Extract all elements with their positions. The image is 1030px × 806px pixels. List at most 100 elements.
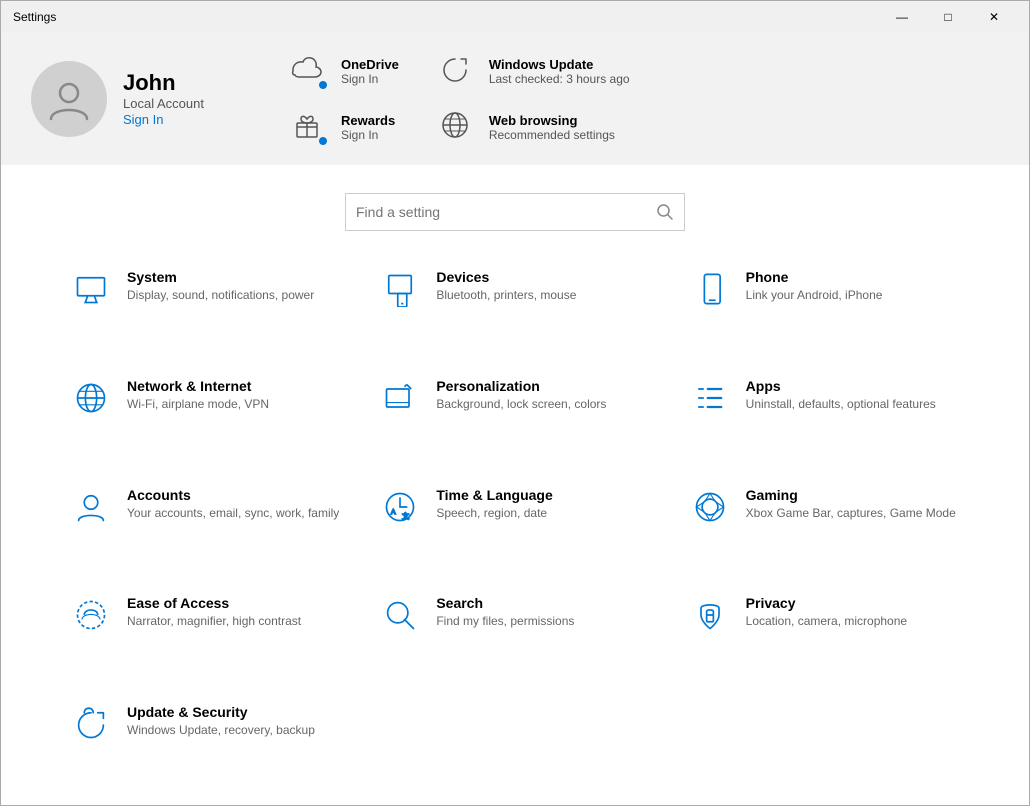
gaming-desc: Xbox Game Bar, captures, Game Mode	[746, 505, 956, 522]
service-column-right: Windows Update Last checked: 3 hours ago	[439, 53, 630, 145]
settings-item-phone[interactable]: Phone Link your Android, iPhone	[680, 251, 969, 350]
apps-icon	[692, 380, 728, 416]
onedrive-icon-wrap	[291, 53, 327, 89]
ease-desc: Narrator, magnifier, high contrast	[127, 613, 301, 630]
system-text: System Display, sound, notifications, po…	[127, 269, 314, 304]
settings-grid: System Display, sound, notifications, po…	[1, 241, 1029, 805]
network-desc: Wi-Fi, airplane mode, VPN	[127, 396, 269, 413]
ease-icon	[73, 597, 109, 633]
settings-item-privacy[interactable]: Privacy Location, camera, microphone	[680, 577, 969, 676]
devices-title: Devices	[436, 269, 576, 285]
accounts-icon-wrap	[71, 487, 111, 527]
settings-item-system[interactable]: System Display, sound, notifications, po…	[61, 251, 350, 350]
account-type: Local Account	[123, 96, 204, 111]
onedrive-status-dot	[317, 79, 329, 91]
network-text: Network & Internet Wi-Fi, airplane mode,…	[127, 378, 269, 413]
privacy-icon-wrap	[690, 595, 730, 635]
update-icon	[73, 706, 109, 742]
devices-icon	[382, 271, 418, 307]
onedrive-sub: Sign In	[341, 72, 399, 86]
settings-item-ease[interactable]: Ease of Access Narrator, magnifier, high…	[61, 577, 350, 676]
rewards-service[interactable]: Rewards Sign In	[291, 109, 399, 145]
search-input[interactable]	[356, 204, 656, 220]
svg-text:文: 文	[403, 511, 410, 520]
avatar	[31, 61, 107, 137]
phone-desc: Link your Android, iPhone	[746, 287, 883, 304]
search-desc: Find my files, permissions	[436, 613, 574, 630]
settings-item-search[interactable]: Search Find my files, permissions	[370, 577, 659, 676]
maximize-button[interactable]: □	[925, 1, 971, 33]
profile-sign-in-link[interactable]: Sign In	[123, 112, 163, 127]
settings-item-devices[interactable]: Devices Bluetooth, printers, mouse	[370, 251, 659, 350]
title-bar: Settings — □ ✕	[1, 1, 1029, 33]
accounts-desc: Your accounts, email, sync, work, family	[127, 505, 339, 522]
user-icon	[47, 77, 91, 121]
web-browsing-service[interactable]: Web browsing Recommended settings	[439, 109, 630, 145]
privacy-desc: Location, camera, microphone	[746, 613, 907, 630]
privacy-title: Privacy	[746, 595, 907, 611]
accounts-text: Accounts Your accounts, email, sync, wor…	[127, 487, 339, 522]
system-desc: Display, sound, notifications, power	[127, 287, 314, 304]
personalization-desc: Background, lock screen, colors	[436, 396, 606, 413]
devices-desc: Bluetooth, printers, mouse	[436, 287, 576, 304]
gaming-icon	[692, 489, 728, 525]
settings-item-time[interactable]: A 文 Time & Language Speech, region, date	[370, 469, 659, 568]
personalization-icon-wrap	[380, 378, 420, 418]
web-browsing-text: Web browsing Recommended settings	[489, 113, 615, 142]
windows-update-service[interactable]: Windows Update Last checked: 3 hours ago	[439, 53, 630, 89]
personalization-title: Personalization	[436, 378, 606, 394]
settings-item-accounts[interactable]: Accounts Your accounts, email, sync, wor…	[61, 469, 350, 568]
settings-item-personalization[interactable]: Personalization Background, lock screen,…	[370, 360, 659, 459]
gaming-text: Gaming Xbox Game Bar, captures, Game Mod…	[746, 487, 956, 522]
rewards-sub: Sign In	[341, 128, 395, 142]
network-title: Network & Internet	[127, 378, 269, 394]
windows-update-name: Windows Update	[489, 57, 630, 72]
phone-icon-wrap	[690, 269, 730, 309]
web-browsing-icon-wrap	[439, 109, 475, 145]
accounts-icon	[73, 489, 109, 525]
apps-title: Apps	[746, 378, 936, 394]
web-browsing-icon	[439, 109, 471, 141]
ease-icon-wrap	[71, 595, 111, 635]
onedrive-name: OneDrive	[341, 57, 399, 72]
close-button[interactable]: ✕	[971, 1, 1017, 33]
settings-item-network[interactable]: Network & Internet Wi-Fi, airplane mode,…	[61, 360, 350, 459]
settings-item-gaming[interactable]: Gaming Xbox Game Bar, captures, Game Mod…	[680, 469, 969, 568]
web-browsing-sub: Recommended settings	[489, 128, 615, 142]
privacy-icon	[692, 597, 728, 633]
windows-update-sub: Last checked: 3 hours ago	[489, 72, 630, 86]
update-icon-wrap	[71, 704, 111, 744]
settings-item-update[interactable]: Update & Security Windows Update, recove…	[61, 686, 350, 785]
header-services: OneDrive Sign In Rewards Sig	[291, 53, 999, 145]
time-icon-wrap: A 文	[380, 487, 420, 527]
search-text: Search Find my files, permissions	[436, 595, 574, 630]
update-text: Update & Security Windows Update, recove…	[127, 704, 315, 739]
settings-item-apps[interactable]: Apps Uninstall, defaults, optional featu…	[680, 360, 969, 459]
windows-update-text: Windows Update Last checked: 3 hours ago	[489, 57, 630, 86]
profile-area: John Local Account Sign In	[31, 61, 251, 137]
profile-info: John Local Account Sign In	[123, 70, 204, 129]
search-icon	[656, 203, 674, 221]
network-icon	[73, 380, 109, 416]
update-title: Update & Security	[127, 704, 315, 720]
web-browsing-name: Web browsing	[489, 113, 615, 128]
windows-update-icon-wrap	[439, 53, 475, 89]
devices-text: Devices Bluetooth, printers, mouse	[436, 269, 576, 304]
phone-title: Phone	[746, 269, 883, 285]
search-box	[345, 193, 685, 231]
window-title: Settings	[13, 10, 56, 24]
phone-text: Phone Link your Android, iPhone	[746, 269, 883, 304]
system-icon-wrap	[71, 269, 111, 309]
system-icon	[73, 271, 109, 307]
devices-icon-wrap	[380, 269, 420, 309]
search-icon	[382, 597, 418, 633]
onedrive-service[interactable]: OneDrive Sign In	[291, 53, 399, 89]
network-icon-wrap	[71, 378, 111, 418]
user-name: John	[123, 70, 204, 96]
rewards-status-dot	[317, 135, 329, 147]
ease-title: Ease of Access	[127, 595, 301, 611]
rewards-text: Rewards Sign In	[341, 113, 395, 142]
time-icon: A 文	[382, 489, 418, 525]
time-desc: Speech, region, date	[436, 505, 552, 522]
minimize-button[interactable]: —	[879, 1, 925, 33]
